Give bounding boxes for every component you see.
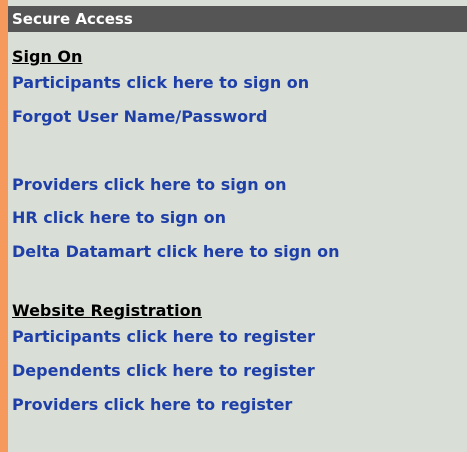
hr-sign-on-link[interactable]: HR click here to sign on bbox=[12, 209, 226, 227]
sign-on-heading: Sign On bbox=[12, 47, 83, 66]
panel-header: Secure Access bbox=[8, 6, 467, 32]
participants-register-link[interactable]: Participants click here to register bbox=[12, 328, 315, 346]
forgot-credentials-link[interactable]: Forgot User Name/Password bbox=[12, 108, 267, 126]
providers-register-link[interactable]: Providers click here to register bbox=[12, 396, 292, 414]
panel-title: Secure Access bbox=[12, 10, 133, 28]
website-registration-heading: Website Registration bbox=[12, 301, 202, 320]
secure-access-panel: Secure Access Sign On Participants click… bbox=[0, 0, 467, 452]
providers-sign-on-link[interactable]: Providers click here to sign on bbox=[12, 176, 287, 194]
dependents-register-link[interactable]: Dependents click here to register bbox=[12, 362, 315, 380]
participants-sign-on-link[interactable]: Participants click here to sign on bbox=[12, 74, 309, 92]
delta-datamart-sign-on-link[interactable]: Delta Datamart click here to sign on bbox=[12, 243, 339, 261]
